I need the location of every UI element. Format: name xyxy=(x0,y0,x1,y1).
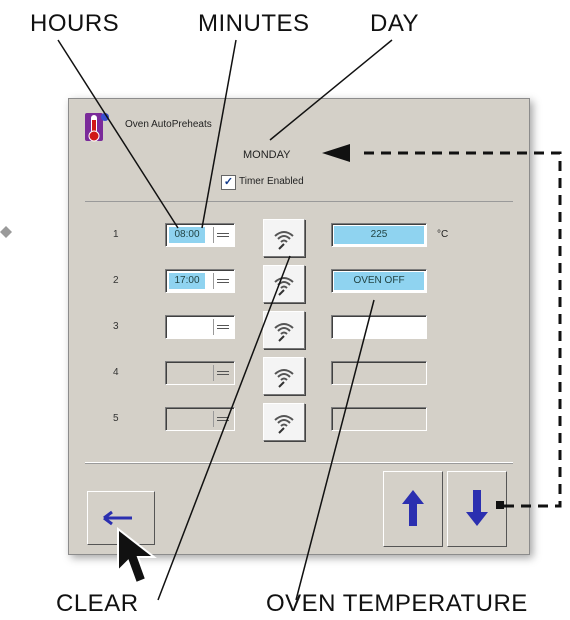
annotation-lines xyxy=(0,39,562,601)
mouse-pointer-icon xyxy=(117,527,157,585)
